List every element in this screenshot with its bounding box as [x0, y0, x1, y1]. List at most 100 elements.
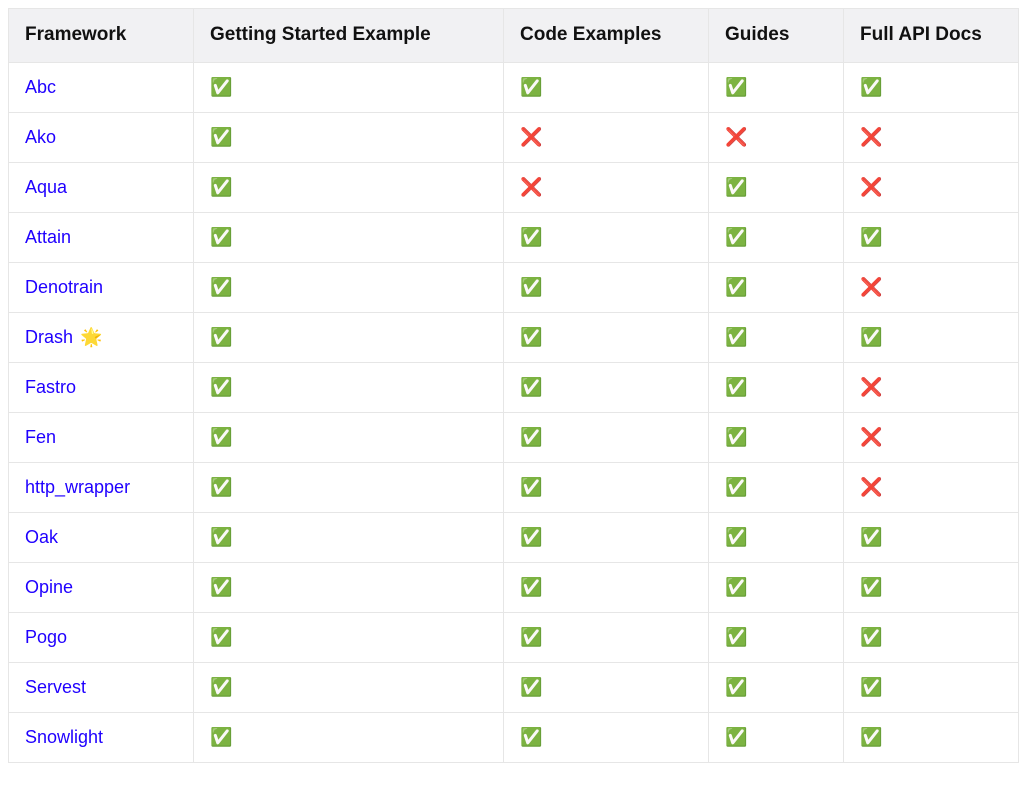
check-icon: ✅ [725, 627, 747, 647]
table-row: Servest✅✅✅✅ [9, 662, 1019, 712]
cell-code-examples: ✅ [504, 262, 709, 312]
cell-guides: ✅ [709, 512, 844, 562]
check-icon: ✅ [860, 677, 882, 697]
check-icon: ✅ [860, 627, 882, 647]
cell-code-examples: ❌ [504, 112, 709, 162]
cell-full-api-docs: ✅ [844, 512, 1019, 562]
cell-code-examples: ✅ [504, 662, 709, 712]
framework-link[interactable]: Abc [25, 77, 56, 97]
check-icon: ✅ [860, 527, 882, 547]
cell-framework: Servest [9, 662, 194, 712]
cross-icon: ❌ [860, 277, 882, 297]
check-icon: ✅ [860, 577, 882, 597]
check-icon: ✅ [725, 227, 747, 247]
check-icon: ✅ [520, 627, 542, 647]
framework-link[interactable]: Ako [25, 127, 56, 147]
cell-getting-started: ✅ [194, 712, 504, 762]
check-icon: ✅ [520, 577, 542, 597]
table-row: Ako ✅ ❌ ❌ ❌ [9, 112, 1019, 162]
check-icon: ✅ [210, 577, 232, 597]
table-row: Snowlight✅✅✅✅ [9, 712, 1019, 762]
cell-full-api-docs: ✅ [844, 612, 1019, 662]
cell-code-examples: ✅ [504, 412, 709, 462]
framework-link[interactable]: Snowlight [25, 727, 103, 747]
framework-link[interactable]: Denotrain [25, 277, 103, 297]
table-row: Oak ✅ ✅ ✅ ✅ [9, 512, 1019, 562]
cell-full-api-docs: ❌ [844, 112, 1019, 162]
framework-link[interactable]: Pogo [25, 627, 67, 647]
cross-icon: ❌ [725, 127, 747, 147]
cell-code-examples: ✅ [504, 462, 709, 512]
cell-framework: Pogo [9, 612, 194, 662]
check-icon: ✅ [210, 127, 232, 147]
cell-getting-started: ✅ [194, 462, 504, 512]
table-row: Aqua✅❌✅❌ [9, 162, 1019, 212]
framework-link[interactable]: Opine [25, 577, 73, 597]
cell-getting-started: ✅ [194, 612, 504, 662]
check-icon: ✅ [520, 227, 542, 247]
check-icon: ✅ [860, 727, 882, 747]
framework-link[interactable]: Oak [25, 527, 58, 547]
cell-code-examples: ✅ [504, 562, 709, 612]
check-icon: ✅ [520, 327, 542, 347]
cell-framework: Oak [9, 512, 194, 562]
cell-full-api-docs: ❌ [844, 462, 1019, 512]
framework-link[interactable]: Drash [25, 327, 73, 347]
framework-link[interactable]: http_wrapper [25, 477, 130, 497]
cell-getting-started: ✅ [194, 362, 504, 412]
cell-framework: Attain [9, 212, 194, 262]
cell-framework: Fen [9, 412, 194, 462]
check-icon: ✅ [725, 677, 747, 697]
framework-comparison-table: Framework Getting Started Example Code E… [8, 8, 1019, 763]
cross-icon: ❌ [860, 127, 882, 147]
cell-guides: ❌ [709, 112, 844, 162]
cell-getting-started: ✅ [194, 212, 504, 262]
cell-code-examples: ✅ [504, 712, 709, 762]
cell-framework: Aqua [9, 162, 194, 212]
framework-link[interactable]: Attain [25, 227, 71, 247]
cell-full-api-docs: ✅ [844, 62, 1019, 112]
cell-framework: Fastro [9, 362, 194, 412]
cell-full-api-docs: ❌ [844, 162, 1019, 212]
check-icon: ✅ [520, 527, 542, 547]
cell-full-api-docs: ❌ [844, 362, 1019, 412]
col-header-guides: Guides [709, 9, 844, 63]
cell-framework: Denotrain [9, 262, 194, 312]
cell-full-api-docs: ❌ [844, 412, 1019, 462]
cell-guides: ✅ [709, 162, 844, 212]
framework-link[interactable]: Servest [25, 677, 86, 697]
cell-framework: Snowlight [9, 712, 194, 762]
cell-getting-started: ✅ [194, 62, 504, 112]
cell-guides: ✅ [709, 62, 844, 112]
cell-code-examples: ✅ [504, 512, 709, 562]
col-header-getting-started: Getting Started Example [194, 9, 504, 63]
cell-code-examples: ❌ [504, 162, 709, 212]
check-icon: ✅ [520, 477, 542, 497]
cell-guides: ✅ [709, 662, 844, 712]
framework-link[interactable]: Aqua [25, 177, 67, 197]
check-icon: ✅ [860, 77, 882, 97]
cell-getting-started: ✅ [194, 112, 504, 162]
framework-link[interactable]: Fastro [25, 377, 76, 397]
check-icon: ✅ [210, 477, 232, 497]
cell-framework: Opine [9, 562, 194, 612]
cell-full-api-docs: ✅ [844, 312, 1019, 362]
cell-getting-started: ✅ [194, 412, 504, 462]
check-icon: ✅ [860, 227, 882, 247]
check-icon: ✅ [210, 627, 232, 647]
check-icon: ✅ [210, 177, 232, 197]
check-icon: ✅ [725, 377, 747, 397]
cell-getting-started: ✅ [194, 512, 504, 562]
table-row: Drash 🌟✅✅✅✅ [9, 312, 1019, 362]
cell-code-examples: ✅ [504, 212, 709, 262]
col-header-full-api-docs: Full API Docs [844, 9, 1019, 63]
table-header-row: Framework Getting Started Example Code E… [9, 9, 1019, 63]
cell-guides: ✅ [709, 312, 844, 362]
check-icon: ✅ [210, 77, 232, 97]
framework-link[interactable]: Fen [25, 427, 56, 447]
cell-guides: ✅ [709, 562, 844, 612]
cell-guides: ✅ [709, 712, 844, 762]
col-header-framework: Framework [9, 9, 194, 63]
check-icon: ✅ [725, 77, 747, 97]
cell-code-examples: ✅ [504, 62, 709, 112]
